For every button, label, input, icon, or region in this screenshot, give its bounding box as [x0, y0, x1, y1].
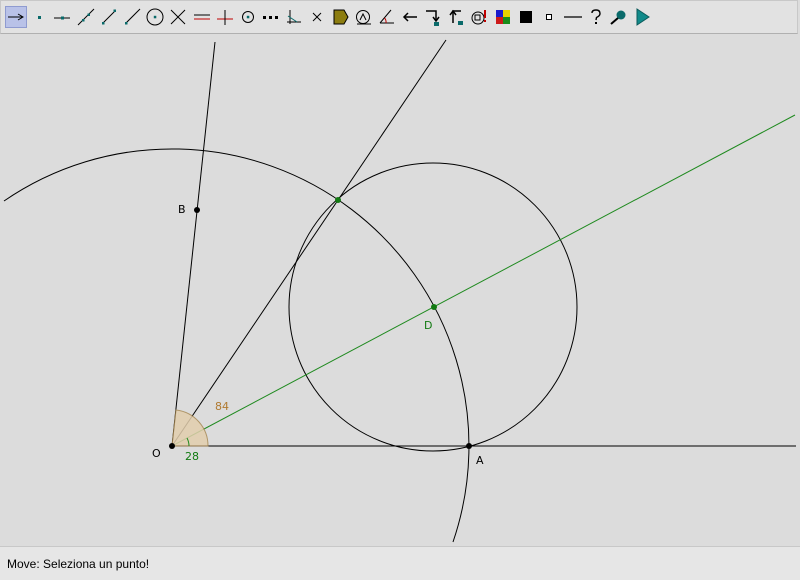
zoom-magnifier-icon: [610, 10, 626, 25]
help-tool-button[interactable]: [585, 6, 607, 28]
angle-arc-aob: [171, 409, 209, 447]
line-icon: [77, 8, 94, 26]
circle-tool-button[interactable]: [144, 6, 166, 28]
line-style-tool-button[interactable]: [562, 6, 584, 28]
undo-tool-button[interactable]: [399, 6, 421, 28]
line-tool-button[interactable]: [75, 6, 97, 28]
ray-o-intersection[interactable]: [171, 39, 447, 447]
point-icon: [38, 16, 42, 19]
angle-84-label: 84: [215, 400, 229, 413]
circle-icon: [146, 8, 164, 26]
arc-centered-o[interactable]: [3, 148, 470, 543]
color-tool-button[interactable]: [492, 6, 514, 28]
redo-arrow-icon: [426, 10, 440, 26]
parallel-tool-button[interactable]: [191, 6, 213, 28]
zoom-tool-button[interactable]: [608, 6, 630, 28]
angle-28-label: 28: [185, 450, 199, 463]
point-a[interactable]: [466, 443, 472, 449]
line-style-icon: [563, 16, 582, 18]
move-arrow-icon: [8, 13, 24, 21]
play-tool-button[interactable]: [631, 6, 653, 28]
geometry-drawing[interactable]: B O A D 84 28: [0, 35, 800, 546]
axis-icon: [287, 10, 302, 24]
redo-tool-button[interactable]: [422, 6, 444, 28]
angle-icon: [379, 9, 394, 24]
midpoint-icon: [241, 11, 254, 23]
dotted-line-icon: [263, 16, 279, 19]
point-d-label: D: [424, 319, 432, 332]
small-square-icon: [546, 14, 553, 20]
point-b[interactable]: [194, 207, 200, 213]
delete-x-icon: [313, 12, 322, 22]
status-bar: Move: Seleziona un punto!: [0, 546, 800, 580]
axis-tool-button[interactable]: [283, 6, 305, 28]
point-intersection[interactable]: [335, 197, 341, 203]
color-palette-icon: [495, 10, 510, 24]
macro-arrow-icon: [448, 9, 463, 25]
delete-tool-button[interactable]: [306, 6, 328, 28]
geometry-app-window: B O A D 84 28 Move: Seleziona un punto!: [0, 0, 800, 580]
ray-icon: [124, 8, 141, 25]
dashed-line-tool-button[interactable]: [260, 6, 282, 28]
help-question-icon: [590, 9, 601, 24]
point-o[interactable]: [169, 443, 175, 449]
intersection-tool-button[interactable]: [167, 6, 189, 28]
point-o-label: O: [152, 447, 161, 460]
polygon-icon: [333, 9, 349, 25]
move-tool-button[interactable]: [5, 6, 27, 28]
intersection-icon: [170, 9, 186, 25]
parallel-lines-icon: [193, 14, 210, 20]
status-message: Move: Seleziona un punto!: [7, 556, 150, 571]
midpoint-tool-button[interactable]: [237, 6, 259, 28]
toolbar: [0, 0, 798, 34]
point-b-label: B: [178, 203, 186, 216]
polygon-tool-button[interactable]: [330, 6, 352, 28]
segment-tool-button[interactable]: [98, 6, 120, 28]
macro-tool-button[interactable]: [446, 6, 468, 28]
ray-ob[interactable]: [171, 41, 216, 447]
compass-icon: [355, 10, 371, 25]
undo-arrow-icon: [403, 12, 418, 22]
info-icon: [471, 10, 486, 25]
ray-tool-button[interactable]: [121, 6, 143, 28]
point-a-label: A: [476, 454, 484, 467]
perpendicular-tool-button[interactable]: [214, 6, 236, 28]
play-triangle-icon: [636, 8, 650, 26]
bisector-ray[interactable]: [171, 114, 796, 447]
point-tool-button[interactable]: [28, 6, 50, 28]
point-on-object-tool-button[interactable]: [51, 6, 73, 28]
segment-icon: [101, 9, 116, 25]
drawing-canvas[interactable]: B O A D 84 28: [0, 35, 800, 546]
filled-square-icon: [520, 11, 533, 23]
point-on-line-icon: [54, 16, 71, 20]
perpendicular-icon: [216, 10, 233, 25]
angle-tool-button[interactable]: [376, 6, 398, 28]
point-style-tool-button[interactable]: [538, 6, 560, 28]
compass-tool-button[interactable]: [353, 6, 375, 28]
point-d[interactable]: [431, 304, 437, 310]
fill-tool-button[interactable]: [515, 6, 537, 28]
info-tool-button[interactable]: [469, 6, 491, 28]
